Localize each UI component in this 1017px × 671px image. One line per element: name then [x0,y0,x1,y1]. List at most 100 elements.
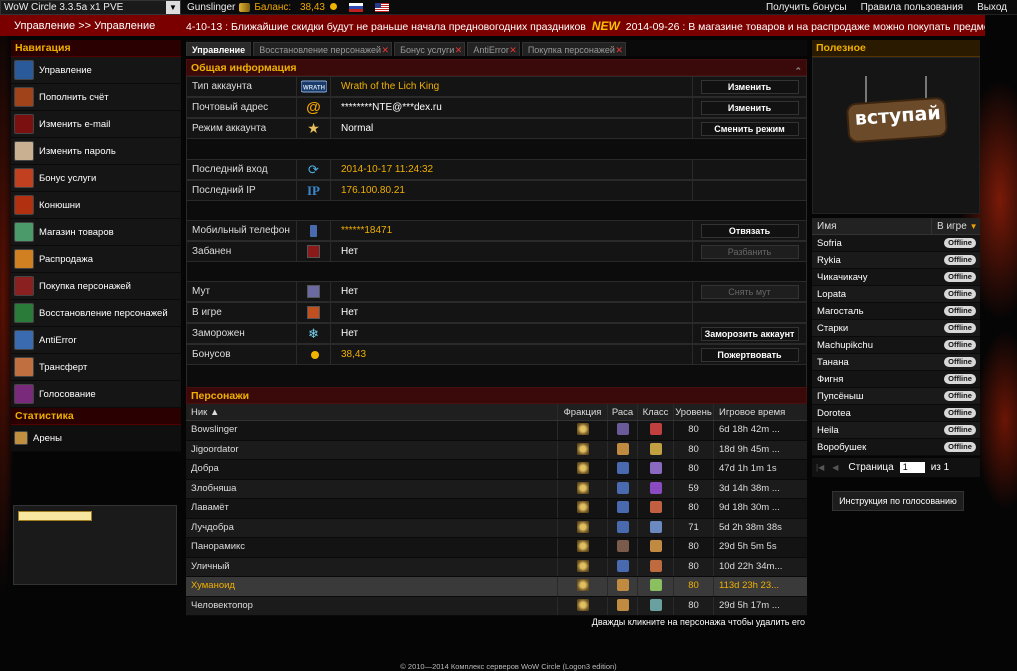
character-row[interactable]: Bowslinger 80 6d 18h 42m ... [186,421,807,441]
counter-widget [13,505,177,585]
nav-item-11[interactable]: Трансферт [11,354,181,381]
nav-item-2[interactable]: Изменить e-mail [11,111,181,138]
change-type-button[interactable]: Изменить [700,79,799,94]
nav-item-icon [14,303,34,323]
nav-item-8[interactable]: Покупка персонажей [11,273,181,300]
close-tab-icon[interactable]: ✕ [615,43,623,57]
tab-3[interactable]: AntiError ✕ [467,42,520,56]
online-row[interactable]: Танана Offline [812,354,980,371]
online-row[interactable]: Heila Offline [812,422,980,439]
character-row[interactable]: Лавамёт 80 9d 18h 30m ... [186,499,807,519]
join-sign[interactable]: вступай [845,96,949,144]
nav-item-7[interactable]: Распродажа [11,246,181,273]
unmute-button[interactable]: Снять мут [700,284,799,299]
class-cell [638,499,674,518]
vote-instructions-button[interactable]: Инструкция по голосованию [832,491,964,511]
online-row[interactable]: Воробушек Offline [812,439,980,456]
online-row[interactable]: Старки Offline [812,320,980,337]
stats-item-0[interactable]: Арены [11,425,181,452]
player-name: Heila [817,424,839,436]
online-row[interactable]: Магосталь Offline [812,303,980,320]
close-tab-icon[interactable]: ✕ [382,43,390,57]
prev-page-icon[interactable]: ◀ [832,463,838,472]
class-cell [638,577,674,596]
nav-item-5[interactable]: Конюшни [11,192,181,219]
first-page-icon[interactable]: |◀ [816,463,824,472]
tab-0[interactable]: Управление [186,42,252,56]
nav-item-1[interactable]: Пополнить счёт [11,84,181,111]
online-row[interactable]: Фигня Offline [812,371,980,388]
counter-badge[interactable] [18,511,92,521]
online-row[interactable]: Dorotea Offline [812,405,980,422]
russian-flag-icon[interactable] [348,2,363,12]
col-ingame-label: В игре [937,221,967,232]
realm-select[interactable]: WoW Circle 3.3.5a x1 PVE ▼ [0,0,181,15]
offline-badge: Offline [944,255,976,265]
offline-badge: Offline [944,340,976,350]
nav-item-10[interactable]: AntiError [11,327,181,354]
online-row[interactable]: Lopata Offline [812,286,980,303]
logout-link[interactable]: Выход [977,2,1007,13]
online-row[interactable]: Machupikchu Offline [812,337,980,354]
freeze-account-button[interactable]: Заморозить аккаунт [700,326,799,341]
character-row[interactable]: Хуманоид 80 113d 23h 23... [186,577,807,597]
unban-button[interactable]: Разбанить [700,244,799,259]
left-sidebar: Навигация Управление Пополнить счёт Измени… [11,40,181,452]
col-ingame[interactable]: В игре ▼ [932,218,978,234]
ticker-text-1: 4-10-13 : Ближайшие скидки будут не рань… [186,20,586,33]
tab-1[interactable]: Восстановление персонажей ✕ [253,42,393,57]
terms-link[interactable]: Правила пользования [861,2,964,13]
nav-item-icon [14,195,34,215]
offline-badge: Offline [944,408,976,418]
unlink-phone-button[interactable]: Отвязать [700,223,799,238]
col-class[interactable]: Класс [638,404,674,420]
us-flag-icon[interactable] [374,2,389,12]
row-phone: Мобильный телефон ******18471 Отвязать [186,220,807,241]
nav-item-6[interactable]: Магазин товаров [11,219,181,246]
chevron-down-icon[interactable]: ▼ [166,0,180,14]
col-race[interactable]: Раса [608,404,638,420]
nav-item-9[interactable]: Восстановление персонажей [11,300,181,327]
online-row[interactable]: Чикачикачу Offline [812,269,980,286]
offline-badge: Offline [944,391,976,401]
character-row[interactable]: Уличный 80 10d 22h 34m... [186,557,807,577]
nav-item-12[interactable]: Голосование [11,381,181,408]
join-banner[interactable]: вступай [812,57,980,214]
pager: |◀ ◀ Страница 1 из 1 [812,458,980,477]
online-row[interactable]: Rykia Offline [812,252,980,269]
change-mode-button[interactable]: Сменить режим [700,121,799,136]
character-row[interactable]: Злобняша 59 3d 14h 38m ... [186,479,807,499]
close-tab-icon[interactable]: ✕ [509,43,517,57]
character-playtime: 6d 18h 42m ... [719,424,780,435]
news-ticker[interactable]: 4-10-13 : Ближайшие скидки будут не рань… [186,19,985,33]
tab-4[interactable]: Покупка персонажей ✕ [521,42,626,57]
spacer [186,201,807,220]
close-tab-icon[interactable]: ✕ [455,43,463,57]
character-row[interactable]: Добра 80 47d 1h 1m 1s [186,460,807,480]
get-bonus-link[interactable]: Получить бонусы [766,2,847,13]
collapse-icon[interactable]: ⌃ [794,63,802,80]
col-level[interactable]: Уровень [674,404,714,420]
character-row[interactable]: Jigoordator 80 18d 9h 45m ... [186,440,807,460]
nav-item-3[interactable]: Изменить пароль [11,138,181,165]
change-email-button[interactable]: Изменить [700,100,799,115]
character-row[interactable]: Человектопор 80 29d 5h 17m ... [186,596,807,616]
row-last-ip: Последний IP IP 176.100.80.21 [186,180,807,201]
nav-item-0[interactable]: Управление [11,57,181,84]
col-name[interactable]: Ник ▲ [186,404,558,420]
character-row[interactable]: Панорамикс 80 29d 5h 5m 5s [186,538,807,558]
tab-2[interactable]: Бонус услуги ✕ [394,42,466,57]
class-cell [638,518,674,537]
donate-button[interactable]: Пожертвовать [700,347,799,362]
online-row[interactable]: Пупсёныш Offline [812,388,980,405]
nav-item-4[interactable]: Бонус услуги [11,165,181,192]
col-name[interactable]: Имя [812,218,932,234]
value: ******18471 [331,221,693,240]
page-input[interactable]: 1 [899,462,925,473]
col-faction[interactable]: Фракция [558,404,608,420]
character-row[interactable]: Лучдобра 71 5d 2h 38m 38s [186,518,807,538]
new-badge-icon: NEW [591,18,620,33]
col-playtime[interactable]: Игровое время [714,404,807,420]
nav-item-icon [14,168,34,188]
online-row[interactable]: Sofria Offline [812,235,980,252]
